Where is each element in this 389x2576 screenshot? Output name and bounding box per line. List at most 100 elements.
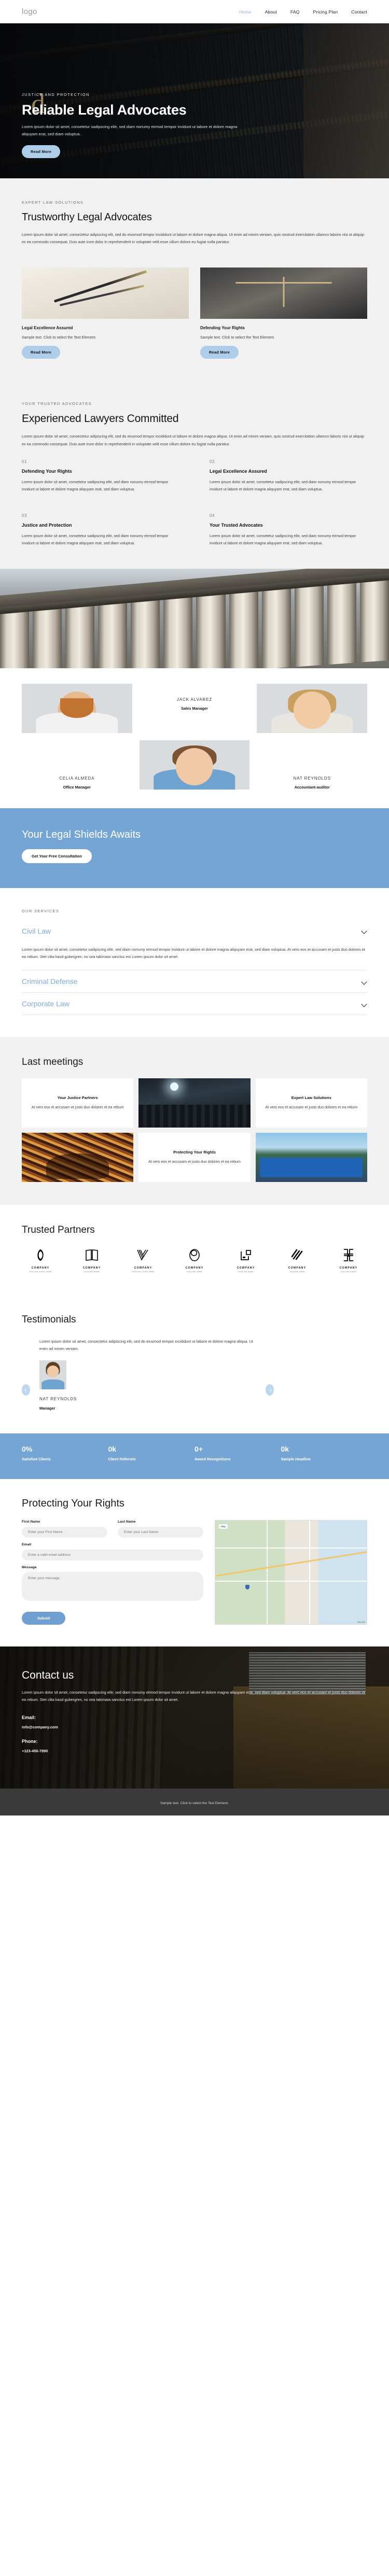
meeting-card: Protecting Your Rights At vero eos et ac… (138, 1133, 251, 1182)
hero-title: Reliable Legal Advocates (22, 102, 187, 118)
testimonial-avatar (39, 1360, 66, 1389)
partner-name: COMPANY (288, 1266, 307, 1270)
nav-item-contact[interactable]: Contact (351, 9, 367, 15)
feature-card-text: Sample text. Click to select the Text El… (200, 335, 275, 340)
nav-item-home[interactable]: Home (239, 9, 251, 15)
partner-tagline: TAGLINE HERE (186, 1271, 203, 1273)
meetings-grid: Your Justice Partners At vero eos et acc… (22, 1078, 367, 1182)
stats-band: 0% Satisfied Clients 0k Client Referrals… (0, 1433, 389, 1479)
team-member-name: CELIA ALMEDA (59, 776, 95, 781)
feature-card: Legal Excellence Assured Sample text. Cl… (22, 268, 189, 359)
team-photo-nat-reynolds (139, 740, 250, 790)
hero-eyebrow: JUSTICE AND PROTECTION (22, 92, 90, 97)
message-textarea[interactable] (22, 1571, 203, 1601)
submit-button[interactable]: Submit (22, 1611, 66, 1625)
chevron-down-icon[interactable] (362, 1001, 367, 1007)
accordion-header[interactable]: Civil Law (22, 920, 367, 942)
team-photo-jack-alvarez (22, 683, 132, 733)
contact-title: Contact us (22, 1669, 74, 1681)
meeting-card-title: Your Justice Partners (57, 1095, 98, 1100)
experienced-title: Experienced Lawyers Committed (22, 413, 179, 425)
email-input[interactable] (22, 1549, 203, 1560)
meeting-card-text: At vero eos et accusam et justo duo dolo… (148, 1159, 241, 1164)
stat-item: 0+ Award Recognitions (195, 1445, 281, 1461)
meeting-card: Your Justice Partners At vero eos et acc… (22, 1078, 134, 1128)
chevron-right-icon[interactable] (266, 1384, 274, 1396)
form-title: Protecting Your Rights (22, 1497, 124, 1509)
accordion-header[interactable]: Criminal Defense (22, 970, 367, 992)
last-name-input[interactable] (118, 1526, 203, 1538)
feature-card-title: Legal Excellence Assured (22, 326, 73, 331)
bracket-blocks-icon (342, 1247, 355, 1263)
feature-card: Defending Your Rights Sample text. Click… (200, 268, 367, 359)
chevron-down-icon[interactable] (362, 979, 367, 984)
meeting-card-title: Protecting Your Rights (173, 1149, 216, 1155)
partner-tagline: TAGLINE HERE (84, 1271, 100, 1273)
nav-item-about[interactable]: About (265, 9, 277, 15)
feature-title: Justice and Protection (22, 523, 72, 528)
contact-phone-label: Phone: (22, 1739, 38, 1744)
feature-title: Legal Excellence Assured (210, 468, 267, 474)
feature-text: Lorem ipsum dolor sit amet, consetetur s… (22, 533, 169, 545)
cta-band: Your Legal Shields Awaits Get Your Free … (0, 808, 389, 888)
stat-label: Award Recognitions (195, 1456, 231, 1461)
feature-title: Your Trusted Advocates (210, 523, 263, 528)
partner-name: COMPANY (339, 1266, 358, 1270)
hero-read-more-button[interactable]: Read More (22, 145, 61, 159)
meeting-card: Expert Law Solutions At vero eos et accu… (255, 1078, 367, 1128)
squares-corner-icon (240, 1247, 252, 1263)
feature-card-read-more-button[interactable]: Read More (22, 346, 61, 359)
site-header: logo Home About FAQ Pricing Plan Contact (0, 0, 389, 23)
partner-tagline: TAGLINE GOES HERE (132, 1271, 155, 1273)
team-member-name: NAT REYNOLDS (293, 776, 331, 781)
feature-text: Lorem ipsum dolor sit amet, consetetur s… (22, 479, 169, 491)
trusted-partners-section: Trusted Partners COMPANY TAGLINE GOES HE… (0, 1205, 389, 1293)
cta-consultation-button[interactable]: Get Your Free Consultation (22, 849, 92, 863)
stat-item: 0% Satisfied Clients (22, 1445, 108, 1461)
feature-number: 01 (22, 459, 27, 464)
accordion-item-civil-law[interactable]: Civil Law Lorem ipsum dolor sit amet, co… (22, 920, 367, 970)
feature-card-read-more-button[interactable]: Read More (200, 346, 239, 359)
nav-item-faq[interactable]: FAQ (290, 9, 300, 15)
pen-document-image (22, 268, 189, 319)
stat-value: 0% (22, 1444, 33, 1453)
testimonial-author-role: Manager (39, 1405, 55, 1411)
chevron-down-icon[interactable] (362, 928, 367, 934)
checkmark-lines-icon (136, 1247, 150, 1263)
stat-item: 0k Client Referrals (108, 1445, 195, 1461)
feature-number: 02 (210, 459, 215, 464)
nav-item-pricing-plan[interactable]: Pricing Plan (313, 9, 338, 15)
accordion-header[interactable]: Corporate Law (22, 993, 367, 1015)
first-name-input[interactable] (22, 1526, 107, 1538)
team-member (257, 683, 367, 733)
team-member-info: JACK ALVAREZ Sales Manager (140, 684, 250, 733)
stat-label: Client Referrals (108, 1456, 136, 1461)
site-logo[interactable]: logo (22, 7, 37, 16)
partner-name: COMPANY (31, 1266, 50, 1270)
partner-name: COMPANY (185, 1266, 204, 1270)
feature-item: 03 Justice and Protection Lorem ipsum do… (22, 513, 179, 546)
infinity-loop-icon (34, 1247, 47, 1263)
accordion-item-criminal-defense[interactable]: Criminal Defense (22, 970, 367, 993)
partner-name: COMPANY (82, 1266, 101, 1270)
map-attribution: Map data (357, 1621, 365, 1623)
contact-phone-value[interactable]: +123-456-7890 (22, 1749, 367, 1753)
partner-name: COMPANY (134, 1266, 152, 1270)
feature-text: Lorem ipsum dolor sit amet, consetetur s… (210, 533, 356, 545)
feature-number: 04 (210, 513, 215, 518)
team-photo-celia-almeda (257, 683, 367, 733)
email-label: Email (22, 1542, 32, 1546)
chevron-left-icon[interactable] (22, 1384, 30, 1396)
partner-logo: COMPANY TAGLINE HERE (330, 1247, 367, 1273)
feature-title: Defending Your Rights (22, 468, 72, 474)
last-meetings-title: Last meetings (22, 1057, 84, 1067)
hands-heart-shadow-image (22, 1133, 134, 1182)
partner-tagline: TAGLINE HERE (289, 1271, 305, 1273)
location-map[interactable]: Map Map data (215, 1519, 367, 1625)
contact-email-value[interactable]: info@company.com (22, 1725, 367, 1729)
first-name-label: First Name (22, 1519, 40, 1524)
experienced-section: YOUR TRUSTED ADVOCATES Experienced Lawye… (0, 379, 389, 569)
partner-logo: COMPANY TAGLINE HERE (176, 1247, 213, 1273)
page-root: logo Home About FAQ Pricing Plan Contact… (0, 0, 389, 1816)
accordion-item-corporate-law[interactable]: Corporate Law (22, 993, 367, 1015)
